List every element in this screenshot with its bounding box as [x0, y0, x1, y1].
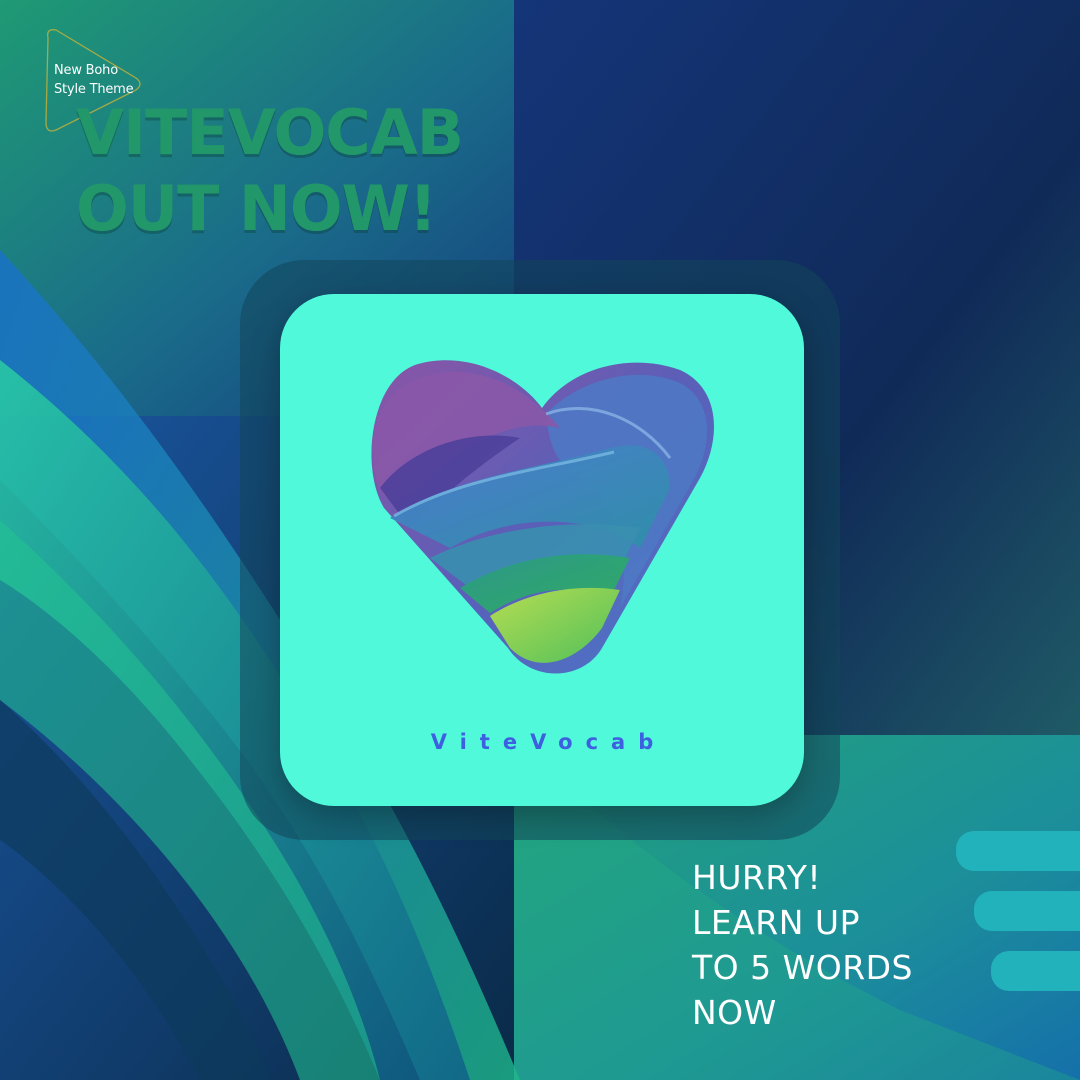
promo-line-3: TO 5 WORDS [692, 948, 913, 987]
heart-v-logo-icon [371, 360, 714, 674]
decor-stripe-1 [956, 831, 1080, 871]
headline-line-2: OUT NOW! [76, 172, 437, 245]
promo-text: HURRY! LEARN UP TO 5 WORDS NOW [692, 855, 913, 1035]
brand-line-1: New Boho [54, 63, 118, 78]
promo-line-2: LEARN UP [692, 903, 860, 942]
decor-stripe-2 [974, 891, 1080, 931]
promo-line-4: NOW [692, 993, 777, 1032]
brand-line-2: Style Theme [54, 82, 134, 97]
app-name-label: ViteVocab [430, 730, 667, 754]
decor-stripe-3 [991, 951, 1080, 991]
app-icon-tile: ViteVocab [280, 294, 804, 806]
promo-poster: New Boho Style Theme VITEVOCAB OUT NOW! [0, 0, 1080, 1080]
headline-line-1: VITEVOCAB [76, 96, 464, 169]
promo-line-1: HURRY! [692, 858, 822, 897]
